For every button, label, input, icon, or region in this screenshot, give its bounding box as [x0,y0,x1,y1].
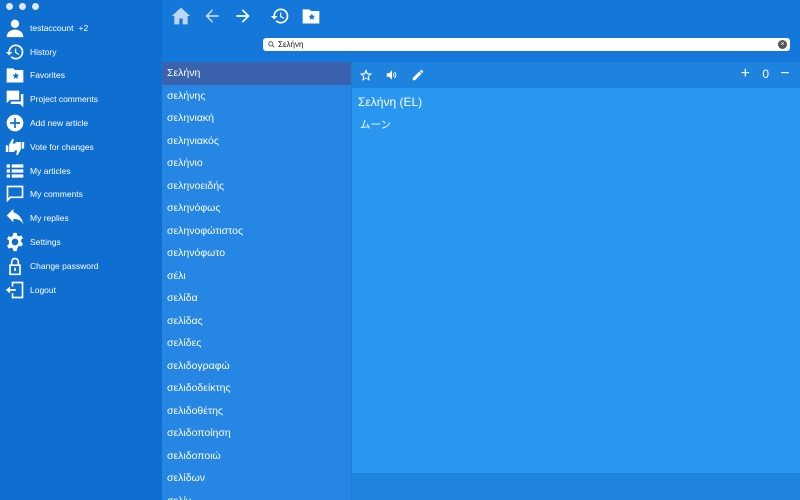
pencil-icon [412,69,424,81]
home-button[interactable] [170,5,192,27]
forward-button[interactable] [232,5,254,27]
list-item[interactable]: σελιδογραφώ [162,355,351,378]
article-pane: + 0 − Σελήνη (EL) ムーン [351,62,800,500]
top-toolbar: × [162,0,800,62]
close-window-button[interactable] [6,3,13,10]
project-comments-icon [4,89,25,110]
sidebar-item-label: My replies [30,213,69,224]
sidebar-item-label: History [30,46,57,57]
history-icon [4,41,25,62]
list-item[interactable]: σελήνης [162,85,351,108]
history-button[interactable] [269,5,291,27]
sidebar-item-label: Favorites [30,70,65,81]
article-toolbar: + 0 − [352,62,800,88]
list-item[interactable]: σεληνοειδής [162,175,351,198]
back-button[interactable] [201,5,223,27]
user-icon [4,17,25,38]
star-outline-icon [359,69,373,81]
list-icon [4,160,25,181]
sidebar-item-my-replies[interactable]: My replies [0,206,162,230]
article-translation: ムーン [360,119,391,131]
sidebar-item-my-articles[interactable]: My articles [0,159,162,183]
search-icon [268,41,275,48]
sidebar-item-user[interactable]: testaccount +2 [0,16,162,40]
list-item[interactable]: σελίν [162,490,351,500]
home-icon [171,7,191,25]
sidebar: testaccount +2 History Favorites Project … [0,0,162,500]
history-icon [270,8,289,24]
user-extra-count: +2 [78,22,89,33]
favorites-folder-icon [302,9,320,24]
list-item[interactable]: Σελήνη [162,62,351,85]
sidebar-item-change-password[interactable]: Change password [0,254,162,278]
sidebar-item-project-comments[interactable]: Project comments [0,87,162,111]
article-footer-bar [352,473,800,500]
list-item[interactable]: σελήνιο [162,152,351,175]
sidebar-item-label: Project comments [30,94,99,105]
sidebar-item-label: My articles [30,165,71,176]
vote-icon [4,136,25,157]
upvote-button[interactable]: + [738,66,752,82]
list-item[interactable]: σελίδων [162,467,351,490]
arrow-left-icon [205,9,219,23]
logout-icon [4,279,25,300]
gear-icon [4,232,25,253]
speaker-icon [386,70,397,80]
word-list: Σελήνη σελήνης σεληνιακή σεληνιακός σελή… [162,62,351,500]
sidebar-item-add-new-article[interactable]: Add new article [0,111,162,135]
sidebar-item-label: Add new article [30,118,89,129]
sidebar-item-logout[interactable]: Logout [0,278,162,302]
favorites-icon [4,65,25,86]
vote-count: 0 [762,67,769,81]
sidebar-item-vote-for-changes[interactable]: Vote for changes [0,135,162,159]
sidebar-item-label: Vote for changes [30,141,94,152]
sidebar-item-history[interactable]: History [0,40,162,64]
search-bar: × [263,38,790,51]
article-title: Σελήνη (EL) [358,95,423,109]
list-item[interactable]: σελιδοδείκτης [162,377,351,400]
list-item[interactable]: σελιδοποιώ [162,445,351,468]
sidebar-item-favorites[interactable]: Favorites [0,64,162,88]
list-item[interactable]: σελίδες [162,332,351,355]
window-controls [6,3,39,10]
favorites-button[interactable] [300,5,322,27]
clear-search-icon[interactable]: × [778,40,787,49]
sidebar-item-label: Change password [30,260,99,271]
sidebar-item-settings[interactable]: Settings [0,230,162,254]
add-article-icon [4,113,25,134]
list-item[interactable]: σέλι [162,265,351,288]
list-item[interactable]: σεληνιακή [162,107,351,130]
list-item[interactable]: σεληνοφώτιστος [162,220,351,243]
sidebar-item-my-comments[interactable]: My comments [0,183,162,207]
list-item[interactable]: σελιδοθέτης [162,400,351,423]
list-item[interactable]: σελίδας [162,310,351,333]
minimize-window-button[interactable] [19,3,26,10]
sidebar-item-label: Logout [30,284,56,295]
arrow-right-icon [236,9,250,23]
edit-button[interactable] [410,67,426,83]
sidebar-item-label: My comments [30,189,83,200]
lock-icon [4,255,25,276]
favorite-button[interactable] [358,67,374,83]
list-item[interactable]: σεληνιακός [162,130,351,153]
downvote-button[interactable]: − [778,66,792,82]
search-input[interactable] [278,39,768,50]
zoom-window-button[interactable] [32,3,39,10]
reply-icon [4,208,25,229]
sidebar-nav: testaccount +2 History Favorites Project … [0,16,162,302]
sidebar-item-label: Settings [30,237,61,248]
pronounce-button[interactable] [384,67,400,83]
list-item[interactable]: σελιδοποίηση [162,422,351,445]
comment-icon [4,184,25,205]
list-item[interactable]: σελίδα [162,287,351,310]
user-name: testaccount [30,22,74,33]
list-item[interactable]: σεληνόφωτο [162,242,351,265]
list-item[interactable]: σεληνόφως [162,197,351,220]
